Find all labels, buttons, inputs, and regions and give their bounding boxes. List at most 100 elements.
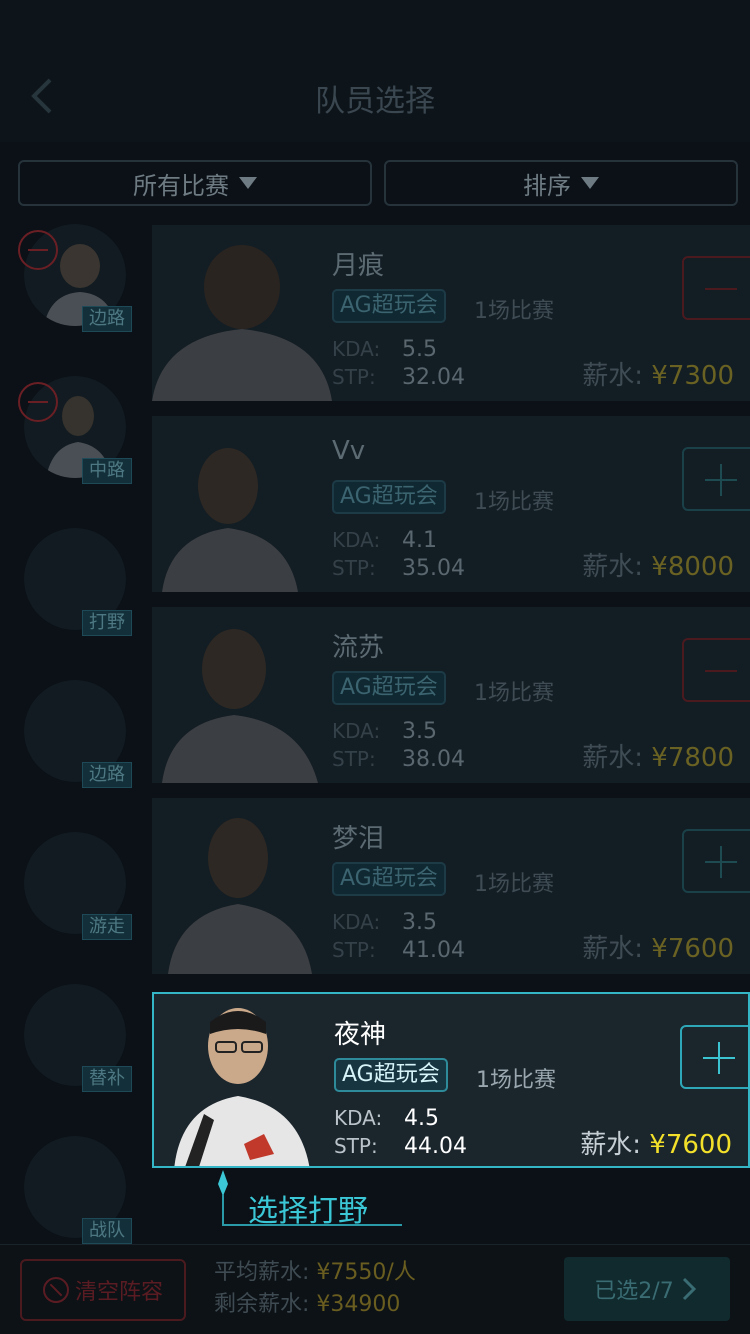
salary-amount: ¥7800 — [651, 743, 734, 773]
stp-label: STP: — [332, 556, 376, 580]
position-label: 打野 — [82, 610, 132, 636]
remove-icon[interactable] — [18, 382, 58, 422]
dropdown-triangle-icon — [581, 177, 599, 189]
position-label: 边路 — [82, 762, 132, 788]
player-name: 梦泪 — [332, 824, 385, 854]
stp-value: 35.04 — [402, 556, 465, 581]
match-count: 1场比赛 — [476, 1068, 556, 1093]
position-slots: 边路 中路 打野 边路 游走 替补 战队 — [0, 220, 150, 1250]
salary: 薪水: ¥7300 — [582, 355, 734, 392]
stp-label: STP: — [332, 747, 376, 771]
position-slot-top[interactable]: 边路 — [18, 224, 132, 332]
position-slot-mid[interactable]: 中路 — [18, 376, 132, 484]
kda-label: KDA: — [332, 910, 381, 934]
salary-amount: ¥7600 — [651, 934, 734, 964]
sort-dropdown[interactable]: 排序 — [384, 160, 738, 206]
position-slot-team[interactable]: 战队 — [24, 1136, 132, 1244]
kda-label: KDA: — [332, 719, 381, 743]
match-count: 1场比赛 — [474, 299, 554, 324]
salary: 薪水: ¥7600 — [580, 1124, 732, 1161]
kda-value: 4.1 — [402, 528, 437, 553]
kda-label: KDA: — [332, 528, 381, 552]
salary-label: 薪水: — [582, 934, 644, 964]
match-count: 1场比赛 — [474, 490, 554, 515]
clear-lineup-button[interactable]: 清空阵容 — [20, 1259, 186, 1321]
player-card[interactable]: 月痕 AG超玩会 1场比赛 KDA: 5.5 STP: 32.04 薪水: ¥7… — [152, 225, 750, 401]
filter-bar: 所有比赛 排序 — [18, 160, 740, 208]
selected-confirm-button[interactable]: 已选2/7 — [564, 1257, 730, 1321]
team-badge: AG超玩会 — [332, 671, 446, 705]
player-name: 流苏 — [332, 633, 385, 663]
guide-line — [222, 1194, 224, 1226]
team-badge: AG超玩会 — [332, 480, 446, 514]
add-player-button[interactable] — [682, 447, 750, 511]
position-label: 边路 — [82, 306, 132, 332]
salary-label: 薪水: — [582, 743, 644, 773]
match-count: 1场比赛 — [474, 872, 554, 897]
position-label: 战队 — [82, 1218, 132, 1244]
guide-tooltip: 选择打野 — [214, 1168, 404, 1232]
dropdown-triangle-icon — [239, 177, 257, 189]
salary-amount: ¥7600 — [649, 1130, 732, 1160]
stp-value: 32.04 — [402, 365, 465, 390]
salary-label: 薪水: — [580, 1130, 642, 1160]
stp-label: STP: — [332, 938, 376, 962]
page-title: 队员选择 — [315, 84, 435, 119]
stp-label: STP: — [332, 365, 376, 389]
add-player-button[interactable] — [680, 1025, 748, 1089]
salary-stats: 平均薪水: ¥7550/人 剩余薪水: ¥34900 — [214, 1257, 416, 1321]
salary: 薪水: ¥7800 — [582, 737, 734, 774]
footer-bar: 清空阵容 平均薪水: ¥7550/人 剩余薪水: ¥34900 已选2/7 — [0, 1244, 750, 1334]
player-photo — [162, 629, 318, 783]
avg-salary-label: 平均薪水: — [214, 1260, 310, 1285]
salary: 薪水: ¥8000 — [582, 546, 734, 583]
stp-value: 44.04 — [404, 1134, 467, 1159]
remove-player-button[interactable] — [682, 256, 750, 320]
kda-value: 4.5 — [404, 1106, 439, 1131]
player-card[interactable]: Vv AG超玩会 1场比赛 KDA: 4.1 STP: 35.04 薪水: ¥8… — [152, 416, 750, 592]
team-badge: AG超玩会 — [332, 862, 446, 896]
position-slot-roam[interactable]: 游走 — [24, 832, 132, 940]
player-photo — [174, 1008, 310, 1166]
player-name: Vv — [332, 436, 366, 466]
match-filter-label: 所有比赛 — [133, 171, 229, 200]
salary-amount: ¥7300 — [651, 361, 734, 391]
salary-amount: ¥8000 — [651, 552, 734, 582]
position-slot-side[interactable]: 边路 — [24, 680, 132, 788]
player-name: 月痕 — [332, 251, 385, 281]
position-label: 替补 — [82, 1066, 132, 1092]
remove-player-button[interactable] — [682, 638, 750, 702]
remaining-salary-value: ¥34900 — [316, 1292, 401, 1317]
salary: 薪水: ¥7600 — [582, 928, 734, 965]
selected-count-label: 已选2/7 — [594, 1279, 674, 1304]
kda-value: 3.5 — [402, 719, 437, 744]
team-badge: AG超玩会 — [332, 289, 446, 323]
player-photo — [168, 818, 312, 974]
player-card[interactable]: 梦泪 AG超玩会 1场比赛 KDA: 3.5 STP: 41.04 薪水: ¥7… — [152, 798, 750, 974]
player-photo — [162, 448, 298, 592]
position-slot-jungle[interactable]: 打野 — [24, 528, 132, 636]
add-player-button[interactable] — [682, 829, 750, 893]
player-photo — [152, 245, 332, 401]
remove-icon[interactable] — [18, 230, 58, 270]
match-filter-dropdown[interactable]: 所有比赛 — [18, 160, 372, 206]
kda-label: KDA: — [332, 337, 381, 361]
stp-value: 41.04 — [402, 938, 465, 963]
kda-label: KDA: — [334, 1106, 383, 1130]
player-card[interactable]: 流苏 AG超玩会 1场比赛 KDA: 3.5 STP: 38.04 薪水: ¥7… — [152, 607, 750, 783]
chevron-right-icon — [682, 1277, 696, 1301]
sort-label: 排序 — [523, 171, 571, 200]
salary-label: 薪水: — [582, 361, 644, 391]
remaining-salary-label: 剩余薪水: — [214, 1292, 310, 1317]
guide-text: 选择打野 — [248, 1194, 368, 1229]
stp-value: 38.04 — [402, 747, 465, 772]
kda-value: 3.5 — [402, 910, 437, 935]
position-slot-sub[interactable]: 替补 — [24, 984, 132, 1092]
match-count: 1场比赛 — [474, 681, 554, 706]
kda-value: 5.5 — [402, 337, 437, 362]
player-card-highlighted[interactable]: 夜神 AG超玩会 1场比赛 KDA: 4.5 STP: 44.04 薪水: ¥7… — [152, 992, 750, 1168]
team-badge: AG超玩会 — [334, 1058, 448, 1092]
salary-label: 薪水: — [582, 552, 644, 582]
header: 队员选择 — [0, 0, 750, 142]
position-label: 中路 — [82, 458, 132, 484]
